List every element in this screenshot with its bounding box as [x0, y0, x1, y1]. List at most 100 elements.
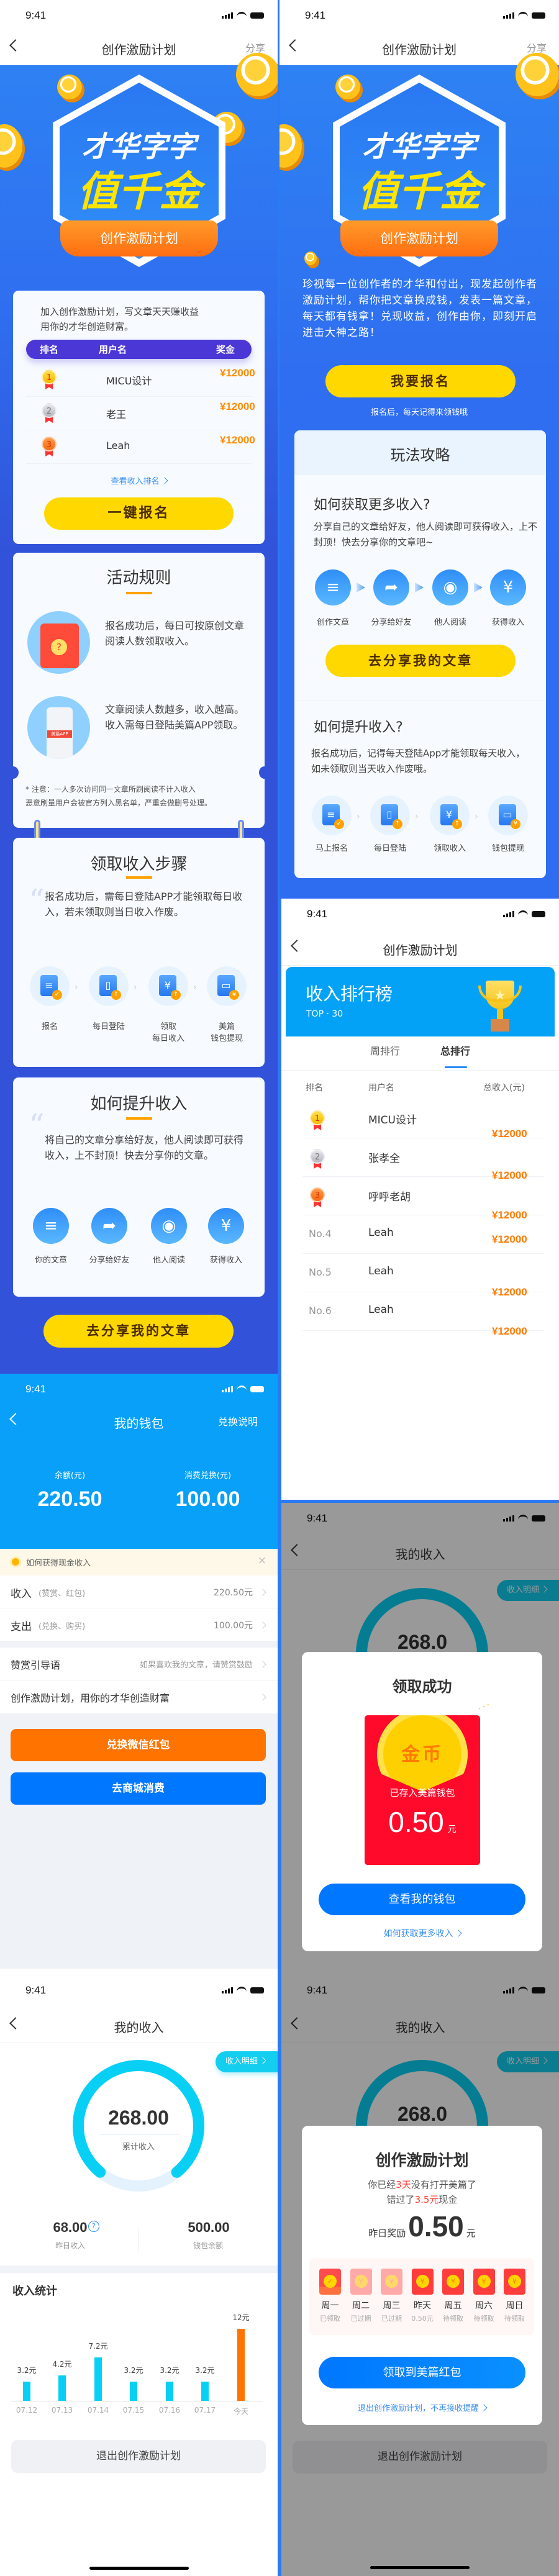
bar — [130, 2381, 137, 2401]
pill-label: 收入明细 — [225, 2057, 258, 2066]
battery-icon — [532, 12, 545, 19]
modal-title: 创作激励计划 — [375, 2151, 469, 2169]
reward-message-row[interactable]: 赞赏引导语 如果喜欢我的文章，请赞赏鼓励 — [0, 1648, 278, 1680]
step-label: 领取 每日收入 — [152, 1022, 184, 1043]
description-text: 珍视每一位创作者的才华和付出，现发起创作者激励计划，帮你把文章换成钱，发表一篇文… — [302, 278, 537, 339]
guide-title: 玩法攻略 — [390, 447, 450, 464]
share-article-button[interactable]: 去分享我的文章 — [43, 1315, 234, 1348]
share-icon: ➦ — [91, 1208, 127, 1244]
day-label: 周一 — [321, 2301, 339, 2311]
close-icon[interactable]: × — [258, 1554, 266, 1567]
view-ranking-link[interactable]: 查看收入排名 — [13, 474, 265, 486]
step-label: 创作文章 — [316, 618, 349, 627]
arrow-right-icon — [357, 583, 365, 592]
unsubscribe-link[interactable]: 退出创作激励计划，不再接收提醒 — [302, 2401, 542, 2413]
step-1: ≡ ✓ — [312, 796, 352, 835]
step-label: 获得收入 — [209, 1256, 242, 1265]
tip-bar[interactable]: 如何获得现金收入 × — [0, 1549, 278, 1576]
status-icons — [503, 12, 545, 19]
yuan-coin-icon: ¥ — [416, 2275, 429, 2288]
signup-button-label: 一键报名 — [107, 506, 170, 521]
step-3: ¥ ↑ — [430, 796, 470, 835]
wallet-row[interactable]: 支出 (兑换、购买) 100.00元 — [0, 1608, 278, 1641]
step-label: 他人阅读 — [152, 1256, 185, 1265]
username: Leah — [106, 440, 130, 451]
tab-total[interactable]: 总排行 — [440, 1043, 470, 1058]
screen-income: 9:41 我的收入 收入明细 268.00 累计收入 68.00 ? 昨日收入 … — [0, 1969, 278, 2576]
row-sublabel: (赞赏、红包) — [39, 1589, 86, 1599]
reward-label: 昨日奖励 — [368, 2228, 406, 2239]
data-label: 4.2元 — [52, 2360, 72, 2369]
hero-banner: 才华字字 值千金 创作激励计划 — [0, 53, 278, 289]
view-wallet-button[interactable]: 查看我的钱包 — [319, 1884, 525, 1915]
exchange-red-packet-button[interactable]: 兑换微信红包 — [11, 1729, 266, 1761]
steps-text: 报名成功后，需每日登陆APP才能领取每日收入，若未领取则当日收入作废。 — [45, 891, 243, 918]
username: Leah — [368, 1304, 394, 1316]
claim-button-label: 领取到美篇红包 — [383, 2366, 461, 2379]
arrow-right-icon — [415, 583, 424, 592]
signup-button[interactable]: 一键报名 — [44, 497, 234, 530]
balance-label: 余额(元) — [54, 1471, 86, 1481]
phone-badge: 美篇APP — [47, 730, 72, 738]
wallet-row[interactable]: 收入 (赞赏、红包) 220.50元 — [0, 1576, 278, 1608]
saved-text: 已存入美篇钱包 — [389, 1787, 455, 1798]
tab-weekly[interactable]: 周排行 — [370, 1043, 400, 1058]
coin-decoration — [57, 75, 82, 99]
red-packet-available[interactable]: ¥ — [411, 2269, 434, 2295]
income-detail-pill[interactable]: 收入明细 — [216, 2051, 278, 2072]
badge-icon: ↑ — [452, 819, 462, 829]
hero-ribbon-text: 创作激励计划 — [100, 231, 178, 246]
more-income-link[interactable]: 如何获取更多收入 — [302, 1927, 542, 1939]
x-tick-label: 07.17 — [194, 2406, 216, 2415]
red-packet-claimed: ✓ — [319, 2269, 341, 2295]
chevron-right-icon: › — [475, 812, 478, 822]
red-envelope: 金币 已存入美篇钱包 0.50 元 — [365, 1715, 480, 1865]
rank-number: No.4 — [309, 1228, 332, 1240]
missed-days-text: 你已经3天没有打开美篇了 — [302, 2178, 542, 2191]
medal-number: 3 — [310, 1187, 325, 1202]
boost-income-title: 如何提升收入? — [314, 720, 403, 735]
status-bar: 9:41 — [280, 0, 559, 31]
highlight: 3天 — [396, 2179, 411, 2190]
medal-icon: 2 — [310, 1149, 325, 1169]
chevron-right-icon: › — [193, 982, 197, 992]
coin-decoration — [335, 75, 360, 99]
title-underline — [125, 1117, 152, 1120]
status-bar: 9:41 — [0, 1975, 278, 2006]
title-underline — [125, 592, 152, 594]
plan-row[interactable]: 创作激励计划，用你的才华创造财富 — [0, 1680, 278, 1713]
wifi-icon — [518, 910, 528, 917]
coin-decoration — [304, 252, 317, 265]
bar — [237, 2328, 245, 2401]
chevron-right-icon: › — [134, 982, 137, 992]
hero-title-line2: 值千金 — [77, 168, 201, 215]
consume-value: 100.00 — [175, 1487, 240, 1511]
bar — [58, 2375, 66, 2401]
step-label: 你的文章 — [34, 1256, 67, 1265]
more-income-text: 分享自己的文章给好友，他人阅读即可获得收入，上不封顶！快去分享你的文章吧~ — [314, 521, 538, 548]
screen-ranking: 9:41 创作激励计划 收入排行榜 TOP · 30 ★ 周排行 总排行 排名 … — [281, 899, 559, 1500]
reward-value: 如果喜欢我的文章，请赞赏鼓励 — [139, 1661, 253, 1670]
money-bag-icon: ¥ — [208, 1208, 244, 1244]
exit-plan-button[interactable]: 退出创作激励计划 — [11, 2440, 266, 2473]
shop-button[interactable]: 去商城消费 — [11, 1772, 266, 1805]
badge-icon: ✓ — [334, 819, 344, 829]
share-article-button[interactable]: 去分享我的文章 — [325, 645, 516, 677]
signup-button[interactable]: 我要报名 — [325, 365, 516, 397]
claim-red-packet-button[interactable]: 领取到美篇红包 — [319, 2357, 525, 2388]
yuan-coin-icon: ¥ — [354, 2275, 368, 2288]
step-label: 他人阅读 — [434, 618, 466, 627]
hero-title-line2: 值千金 — [358, 168, 481, 215]
ticket-notch — [7, 766, 19, 779]
rank-number: No.5 — [309, 1266, 332, 1278]
signup-hint: 报名后，每天记得来领钱哦 — [370, 408, 468, 417]
section-gap — [0, 2265, 278, 2273]
status-time: 9:41 — [307, 908, 328, 920]
exchange-info-link[interactable]: 兑换说明 — [218, 1413, 258, 1428]
step-4: ▭ ¥ — [488, 796, 528, 835]
x-tick-label: 07.16 — [158, 2406, 181, 2415]
steps-title: 领取收入步骤 — [90, 855, 188, 874]
header-prize: 奖金 — [216, 344, 235, 355]
help-icon[interactable]: ? — [88, 2221, 99, 2232]
guide-card: 玩法攻略 如何获取更多收入? 分享自己的文章给好友，他人阅读即可获得收入，上不封… — [294, 430, 546, 878]
